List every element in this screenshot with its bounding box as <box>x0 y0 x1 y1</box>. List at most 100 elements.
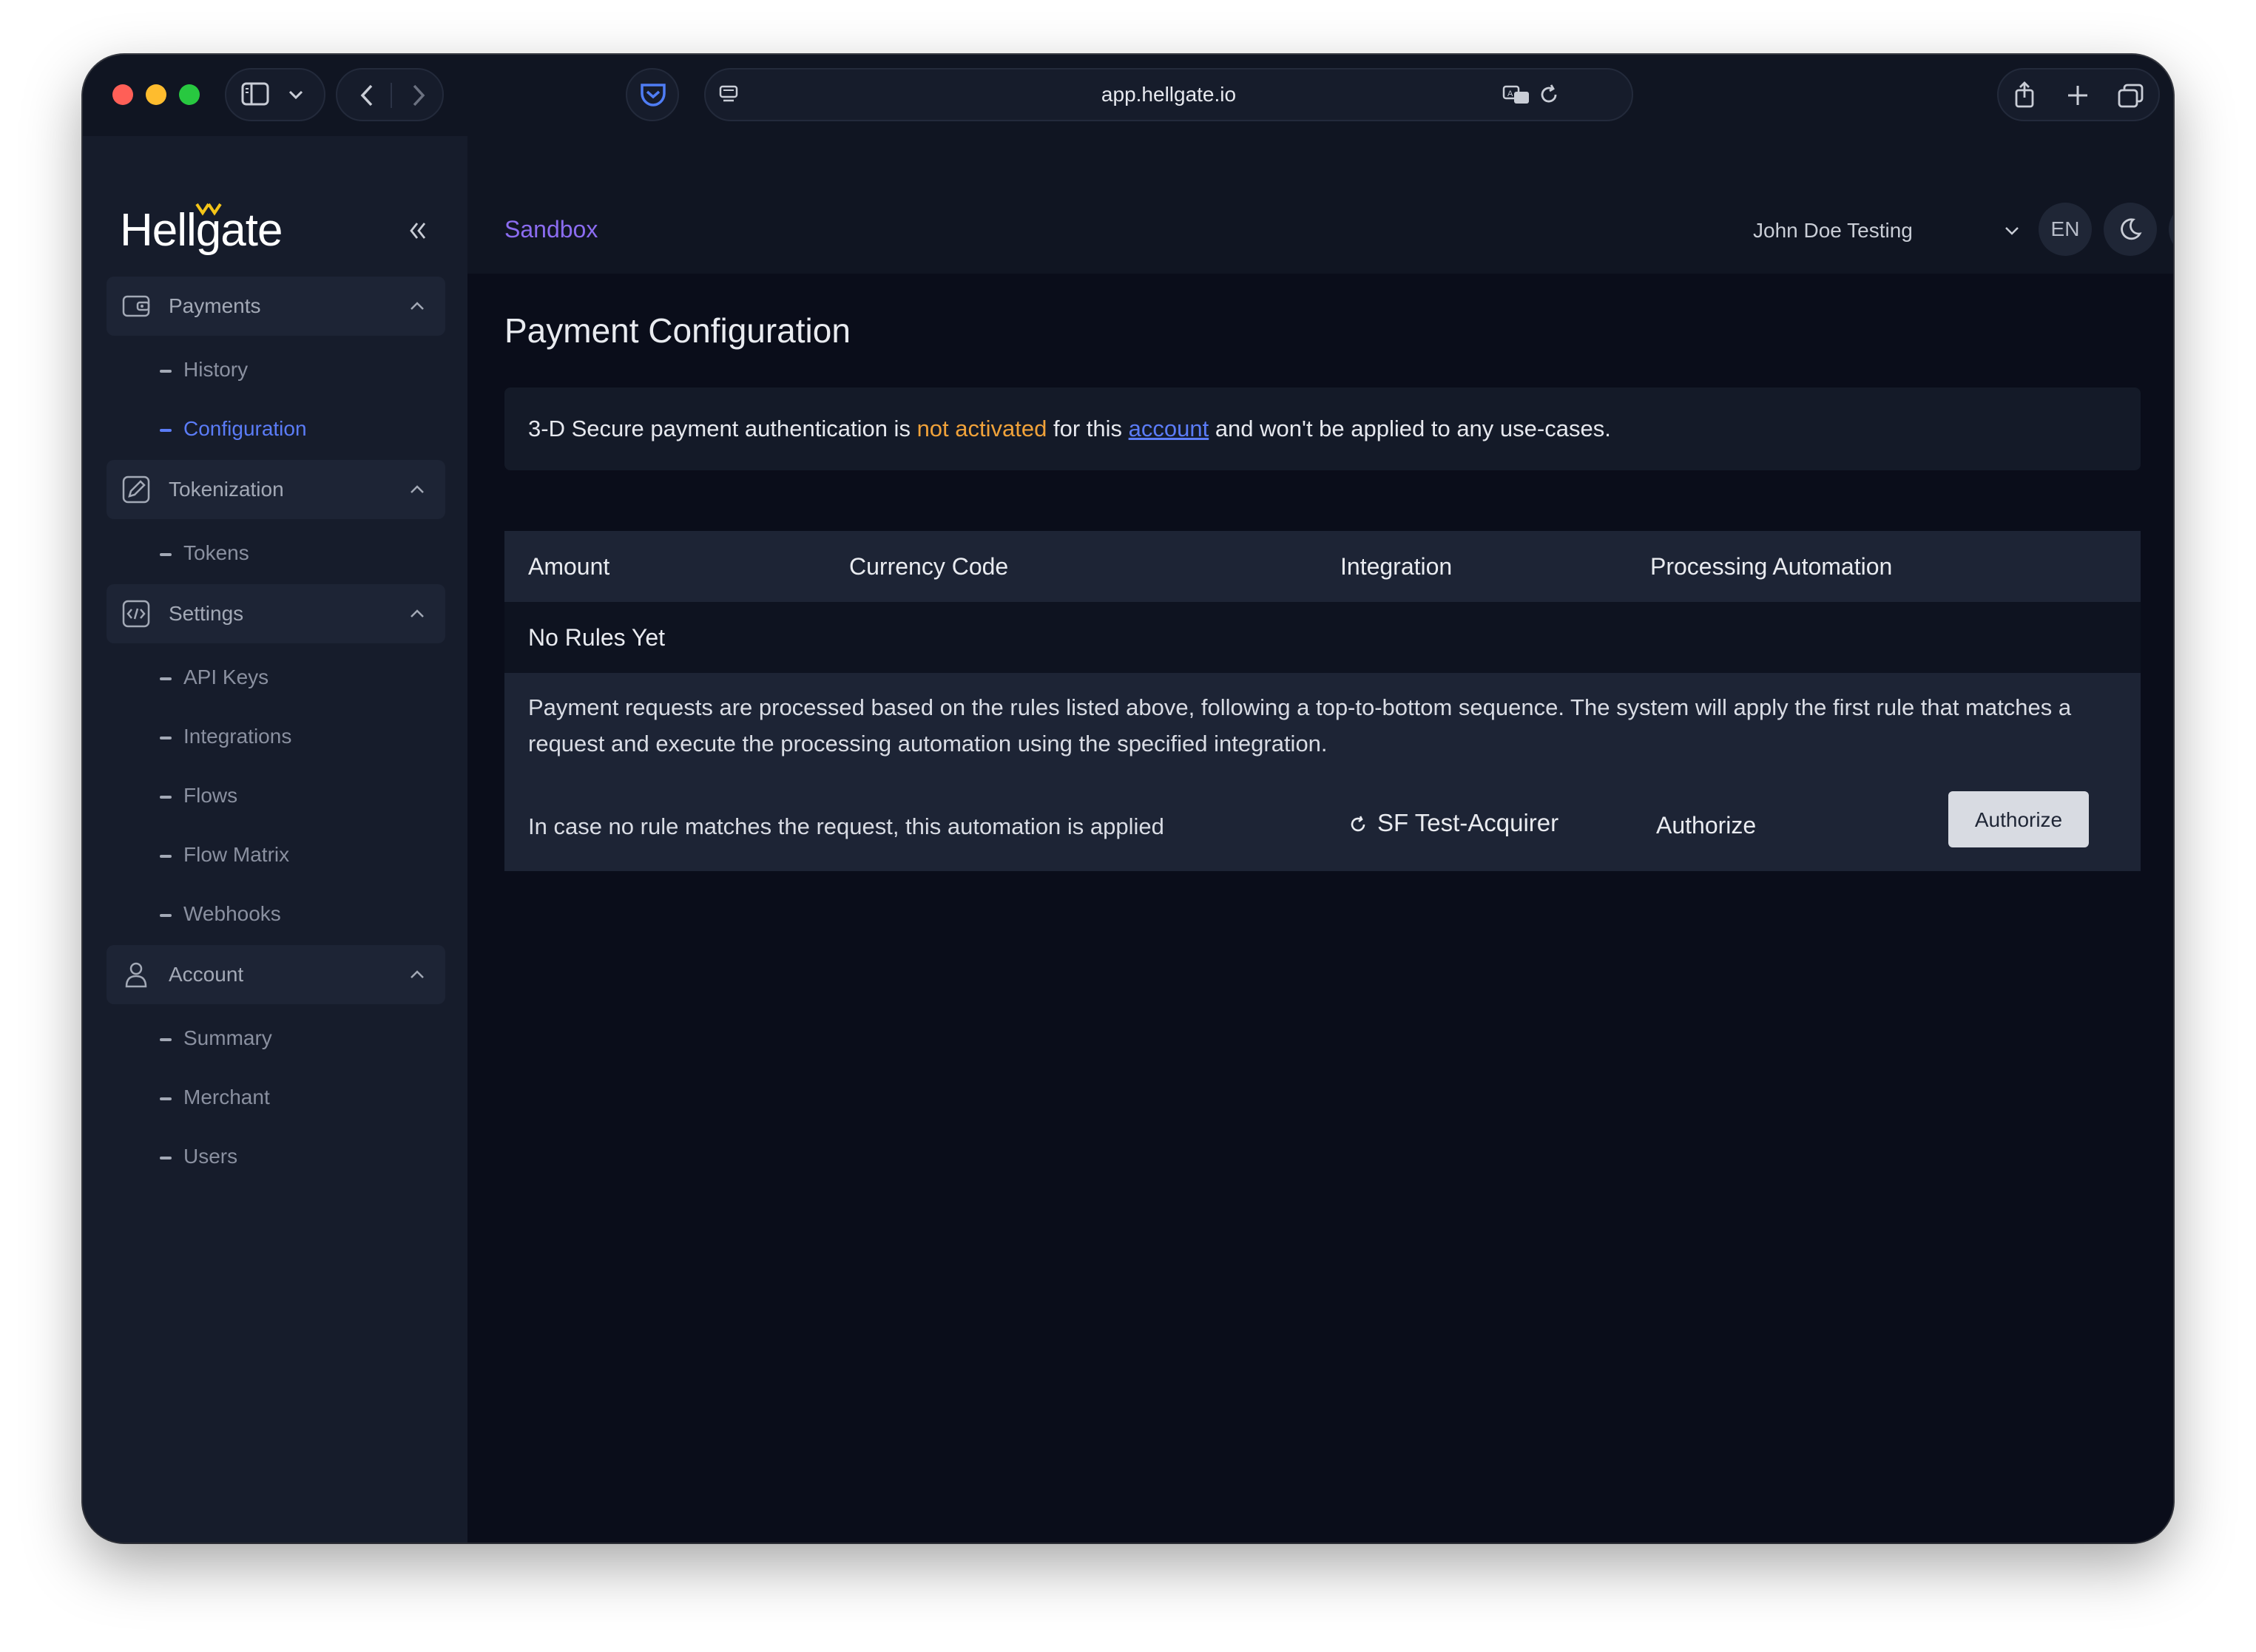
user-icon <box>125 962 147 988</box>
sidebar-item-webhooks[interactable]: Webhooks <box>160 892 281 936</box>
alert-suffix: and won't be applied to any use-cases. <box>1209 416 1611 441</box>
default-automation: Authorize <box>1656 812 1757 839</box>
code-icon <box>122 600 150 628</box>
sidebar-item-integrations[interactable]: Integrations <box>160 714 291 759</box>
empty-state-text: No Rules Yet <box>528 624 666 651</box>
default-rule-panel: Payment requests are processed based on … <box>504 673 2141 871</box>
sidebar-item-api-keys[interactable]: API Keys <box>160 655 269 700</box>
chevron-up-icon <box>411 609 424 617</box>
sidebar-section-label: Account <box>169 963 244 986</box>
sidebar-item-label: Webhooks <box>183 902 281 925</box>
sidebar-item-label: History <box>183 358 249 381</box>
top-bar: Sandbox John Doe Testing EN JT <box>467 136 2173 274</box>
sidebar: Hellgate Payments History Configuration <box>83 136 467 1543</box>
dash-bullet <box>160 1097 172 1100</box>
dash-bullet <box>160 1156 172 1160</box>
main-content: Sandbox John Doe Testing EN JT Payment C… <box>467 136 2173 1543</box>
column-header-processing-automation: Processing Automation <box>1650 553 1893 580</box>
browser-toolbar: app.hellgate.io A <box>83 55 2173 136</box>
column-header-amount: Amount <box>528 553 610 580</box>
sidebar-item-label: Merchant <box>183 1086 270 1108</box>
avatar[interactable]: JT <box>2169 203 2173 256</box>
column-header-integration: Integration <box>1340 553 1453 580</box>
moon-icon <box>2121 218 2142 240</box>
refresh-icon <box>1351 816 1365 832</box>
sidebar-item-tokens[interactable]: Tokens <box>160 531 249 575</box>
dash-bullet <box>160 1037 172 1041</box>
browser-window: app.hellgate.io A Hellgate Payments Hist… <box>83 55 2173 1543</box>
dash-bullet <box>160 369 172 373</box>
sidebar-item-history[interactable]: History <box>160 348 248 392</box>
alert-status: not activated <box>916 416 1047 441</box>
chevron-up-icon <box>411 970 424 978</box>
window-actions-group <box>1997 68 2160 121</box>
account-link[interactable]: account <box>1129 416 1209 441</box>
address-bar[interactable]: app.hellgate.io A <box>704 68 1633 121</box>
pocket-extension-button[interactable] <box>626 68 679 121</box>
environment-label: Sandbox <box>504 216 598 243</box>
minimize-window-button[interactable] <box>146 84 166 105</box>
language-button[interactable]: EN <box>2039 203 2092 256</box>
rules-table-header: Amount Currency Code Integration Process… <box>504 531 2141 602</box>
default-rule-text: In case no rule matches the request, thi… <box>528 813 1164 839</box>
reload-icon[interactable] <box>1537 83 1561 106</box>
sidebar-item-label: API Keys <box>183 666 269 688</box>
back-arrow-icon[interactable] <box>357 83 379 108</box>
sidebar-toggle-button[interactable] <box>225 68 325 121</box>
dash-bullet <box>160 795 172 799</box>
sidebar-item-configuration[interactable]: Configuration <box>160 407 307 451</box>
close-window-button[interactable] <box>112 84 133 105</box>
dash-bullet <box>160 854 172 858</box>
zoom-window-button[interactable] <box>179 84 200 105</box>
pen-icon <box>122 475 150 504</box>
sidebar-item-label: Tokens <box>183 541 249 564</box>
authorize-button[interactable]: Authorize <box>1948 791 2089 847</box>
integration-name: SF Test-Acquirer <box>1377 809 1559 836</box>
chevron-down-icon[interactable] <box>2003 223 2021 238</box>
three-d-secure-alert: 3-D Secure payment authentication is not… <box>504 387 2141 470</box>
forward-arrow-icon[interactable] <box>407 83 429 108</box>
chevron-up-icon <box>411 485 424 493</box>
dash-bullet <box>160 428 172 432</box>
history-nav-group <box>336 68 444 121</box>
new-tab-icon[interactable] <box>2065 83 2090 108</box>
chevron-down-icon <box>288 90 303 100</box>
pocket-icon <box>641 84 666 106</box>
page-title: Payment Configuration <box>504 311 851 350</box>
sidebar-item-users[interactable]: Users <box>160 1134 237 1179</box>
translate-icon[interactable]: A <box>1502 83 1533 106</box>
rules-description: Payment requests are processed based on … <box>528 694 2072 756</box>
tab-overview-icon[interactable] <box>2117 83 2145 109</box>
sidebar-item-summary[interactable]: Summary <box>160 1016 272 1060</box>
column-header-currency-code: Currency Code <box>849 553 1009 580</box>
logo-spark-icon <box>195 203 222 216</box>
sidebar-section-payments[interactable]: Payments <box>107 277 445 336</box>
sidebar-item-merchant[interactable]: Merchant <box>160 1075 270 1120</box>
sidebar-section-label: Payments <box>169 294 261 317</box>
theme-toggle-button[interactable] <box>2104 203 2157 256</box>
sidebar-item-flows[interactable]: Flows <box>160 773 237 818</box>
account-switcher[interactable]: John Doe Testing <box>1753 219 1913 243</box>
default-integration: SF Test-Acquirer <box>1348 809 1558 837</box>
alert-middle: for this <box>1047 416 1129 441</box>
table-empty-row: No Rules Yet <box>504 602 2141 673</box>
wallet-icon <box>122 295 150 317</box>
url-text: app.hellgate.io <box>1101 83 1237 106</box>
sidebar-item-label: Flow Matrix <box>183 843 290 866</box>
sidebar-item-label: Summary <box>183 1026 272 1049</box>
dash-bullet <box>160 677 172 680</box>
sidebar-item-label: Configuration <box>183 417 307 440</box>
alert-text: 3-D Secure payment authentication is not… <box>528 387 1611 470</box>
sidebar-section-label: Tokenization <box>169 478 284 501</box>
sidebar-section-tokenization[interactable]: Tokenization <box>107 460 445 519</box>
sidebar-icon <box>241 82 269 106</box>
sidebar-section-label: Settings <box>169 602 244 625</box>
collapse-sidebar-icon[interactable] <box>405 219 432 243</box>
sidebar-section-settings[interactable]: Settings <box>107 584 445 643</box>
sidebar-section-account[interactable]: Account <box>107 945 445 1004</box>
chevron-up-icon <box>411 302 424 310</box>
share-icon[interactable] <box>2012 80 2037 109</box>
sidebar-item-flow-matrix[interactable]: Flow Matrix <box>160 833 289 877</box>
sidebar-item-label: Integrations <box>183 725 292 748</box>
sidebar-item-label: Users <box>183 1145 238 1168</box>
